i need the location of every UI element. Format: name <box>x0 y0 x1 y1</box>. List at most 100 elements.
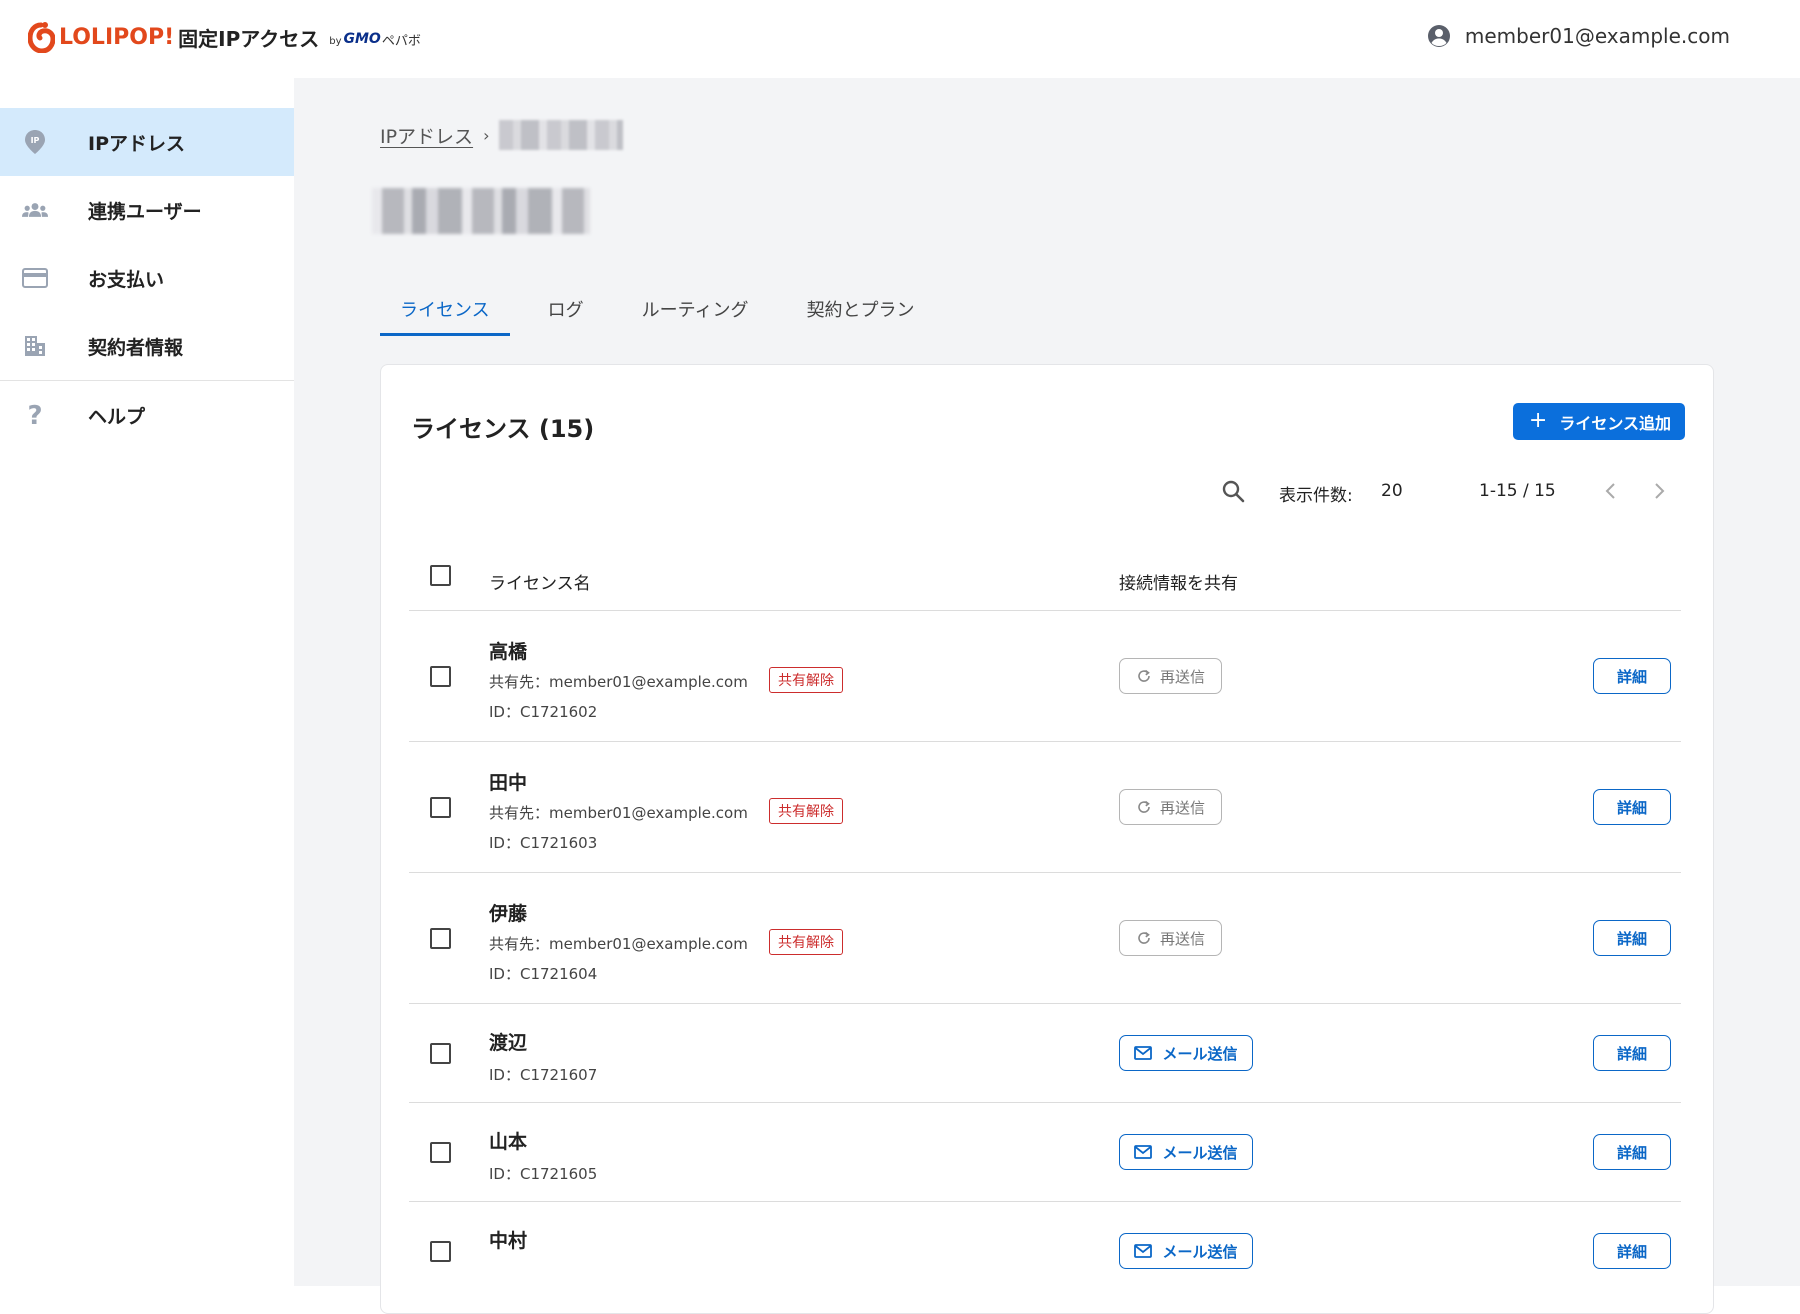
tab-bar: ライセンス ログ ルーティング 契約とプラン <box>380 278 953 336</box>
logo-product: 固定IPアクセス <box>178 26 320 51</box>
breadcrumb: IPアドレス › <box>380 120 624 150</box>
breadcrumb-separator: › <box>483 125 490 145</box>
license-id: ID：C1721604 <box>489 965 598 983</box>
refresh-icon <box>1138 800 1150 813</box>
table-row: 田中 共有先：member01@example.com 共有解除 ID：C172… <box>409 742 1681 873</box>
app-logo[interactable]: LOLIPOP! 固定IPアクセス by GMO ペパボ <box>28 20 421 54</box>
license-id: ID：C1721607 <box>489 1066 598 1084</box>
unshare-badge[interactable]: 共有解除 <box>769 798 843 824</box>
refresh-icon <box>1138 669 1150 682</box>
license-card-title: ライセンス (15) <box>411 415 595 443</box>
tab-routing[interactable]: ルーティング <box>622 296 769 336</box>
license-card: ライセンス (15) + ライセンス追加 表示件数: 20 1-15 / 15 … <box>380 364 1714 1314</box>
send-mail-button[interactable]: メール送信 <box>1119 1233 1253 1269</box>
license-name: 中村 <box>489 1230 528 1252</box>
table-row: 山本 ID：C1721605 メール送信 詳細 <box>409 1103 1681 1202</box>
shared-with: 共有先：member01@example.com <box>489 673 748 691</box>
list-toolbar: 表示件数: 20 1-15 / 15 <box>381 477 1715 507</box>
refresh-icon <box>1138 931 1150 944</box>
page-title-redacted <box>372 188 590 234</box>
license-id: ID：C1721603 <box>489 834 598 852</box>
send-mail-label: メール送信 <box>1162 1143 1238 1162</box>
per-page-select[interactable]: 20 <box>1381 481 1403 501</box>
chevron-left-icon[interactable] <box>1601 479 1621 503</box>
logo-by: by <box>329 35 342 47</box>
sidebar-item-label: 契約者情報 <box>88 336 184 359</box>
unshare-badge[interactable]: 共有解除 <box>769 929 843 955</box>
user-email: member01@example.com <box>1464 24 1730 48</box>
lolipop-logo-icon <box>28 22 55 53</box>
license-name: 田中 <box>489 772 528 794</box>
table-row: 渡辺 ID：C1721607 メール送信 詳細 <box>409 1004 1681 1103</box>
svg-text:?: ? <box>27 402 42 428</box>
row-checkbox[interactable] <box>430 1043 451 1064</box>
license-name: 渡辺 <box>489 1032 528 1054</box>
select-all-checkbox[interactable] <box>430 565 451 586</box>
sidebar-item-ip-address[interactable]: IP IPアドレス <box>0 108 294 176</box>
resend-label: 再送信 <box>1159 929 1205 948</box>
row-checkbox[interactable] <box>430 666 451 687</box>
resend-button[interactable]: 再送信 <box>1119 658 1222 694</box>
mail-icon <box>1134 1145 1153 1159</box>
sidebar-item-label: ヘルプ <box>88 405 146 428</box>
license-name: 伊藤 <box>489 903 528 925</box>
send-mail-button[interactable]: メール送信 <box>1119 1035 1253 1071</box>
credit-card-icon <box>22 265 48 291</box>
svg-text:IP: IP <box>31 136 40 145</box>
shared-with: 共有先：member01@example.com <box>489 935 748 953</box>
sidebar-item-linked-users[interactable]: 連携ユーザー <box>0 176 294 244</box>
resend-button[interactable]: 再送信 <box>1119 789 1222 825</box>
row-checkbox[interactable] <box>430 797 451 818</box>
license-name: 高橋 <box>489 641 528 663</box>
sidebar-item-label: IPアドレス <box>88 132 185 155</box>
chevron-right-icon[interactable] <box>1649 479 1669 503</box>
tab-contract-plan[interactable]: 契約とプラン <box>787 296 935 336</box>
license-id: ID：C1721602 <box>489 703 598 721</box>
account-circle-icon <box>1427 25 1450 47</box>
table-row: 伊藤 共有先：member01@example.com 共有解除 ID：C172… <box>409 873 1681 1004</box>
send-mail-label: メール送信 <box>1162 1044 1238 1063</box>
sidebar-item-label: お支払い <box>88 268 165 291</box>
sidebar-item-label: 連携ユーザー <box>88 200 202 223</box>
sidebar-item-contractor-info[interactable]: 契約者情報 <box>0 312 294 380</box>
sidebar-item-payment[interactable]: お支払い <box>0 244 294 312</box>
unshare-badge[interactable]: 共有解除 <box>769 667 843 693</box>
tab-license[interactable]: ライセンス <box>380 296 510 336</box>
resend-label: 再送信 <box>1159 798 1205 817</box>
detail-button[interactable]: 詳細 <box>1593 1035 1671 1071</box>
row-checkbox[interactable] <box>430 1142 451 1163</box>
mail-icon <box>1134 1046 1153 1060</box>
table-header: ライセンス名 接続情報を共有 <box>409 555 1681 611</box>
per-page-label: 表示件数: <box>1279 486 1353 506</box>
building-icon <box>22 333 48 359</box>
logo-gmo: GMO <box>343 31 381 47</box>
resend-button[interactable]: 再送信 <box>1119 920 1222 956</box>
row-checkbox[interactable] <box>430 928 451 949</box>
search-icon[interactable] <box>1221 479 1245 503</box>
column-license-name: ライセンス名 <box>489 574 591 594</box>
resend-label: 再送信 <box>1159 667 1205 686</box>
user-menu[interactable]: member01@example.com <box>1427 24 1730 48</box>
logo-pepabo: ペパボ <box>381 33 421 49</box>
detail-button[interactable]: 詳細 <box>1593 1134 1671 1170</box>
send-mail-label: メール送信 <box>1162 1242 1238 1261</box>
detail-button[interactable]: 詳細 <box>1593 789 1671 825</box>
tab-log[interactable]: ログ <box>528 296 604 336</box>
column-share-connection: 接続情報を共有 <box>1119 574 1238 594</box>
breadcrumb-current-redacted <box>499 120 624 150</box>
send-mail-button[interactable]: メール送信 <box>1119 1134 1253 1170</box>
question-icon: ? <box>22 402 48 428</box>
sidebar-item-help[interactable]: ? ヘルプ <box>0 381 294 449</box>
detail-button[interactable]: 詳細 <box>1593 1233 1671 1269</box>
row-checkbox[interactable] <box>430 1241 451 1262</box>
add-license-button[interactable]: + ライセンス追加 <box>1512 403 1685 440</box>
license-id: ID：C1721605 <box>489 1165 598 1183</box>
detail-button[interactable]: 詳細 <box>1593 920 1671 956</box>
location-pin-icon: IP <box>22 129 48 155</box>
app-header: LOLIPOP! 固定IPアクセス by GMO ペパボ member01@ex… <box>0 0 1800 78</box>
add-license-label: ライセンス追加 <box>1559 413 1671 433</box>
breadcrumb-ip-address-link[interactable]: IPアドレス <box>380 122 473 149</box>
mail-icon <box>1134 1244 1153 1258</box>
users-icon <box>22 197 48 223</box>
detail-button[interactable]: 詳細 <box>1593 658 1671 694</box>
